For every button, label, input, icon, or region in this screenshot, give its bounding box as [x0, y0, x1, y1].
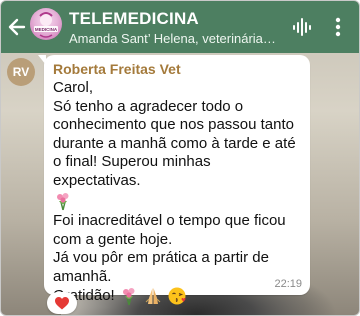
message-line: Já vou pôr em prática a partir de amanhã… — [53, 249, 269, 285]
group-avatar[interactable]: MEDICINA — [30, 8, 62, 40]
message-text: Carol, Só tenho a agradecer todo o conhe… — [53, 79, 302, 306]
sender-name[interactable]: Roberta Freitas Vet — [53, 61, 302, 78]
heart-icon — [47, 292, 77, 314]
folded-hands-emoji-icon — [143, 286, 163, 306]
sender-avatar[interactable]: RV — [7, 58, 35, 86]
chat-header: MEDICINA TELEMEDICINA Amanda Sant’ Helen… — [1, 1, 359, 53]
chat-window: MEDICINA TELEMEDICINA Amanda Sant’ Helen… — [0, 0, 360, 316]
message-line: Foi inacreditável o tempo que ficou com … — [53, 212, 286, 248]
bouquet-emoji-icon — [119, 286, 139, 306]
reaction-badge[interactable] — [47, 292, 77, 314]
message-timestamp: 22:19 — [274, 278, 302, 290]
voice-chat-icon[interactable] — [291, 17, 313, 37]
message-line: Carol, — [53, 79, 94, 96]
back-arrow-icon[interactable] — [6, 14, 28, 40]
group-avatar-text: MEDICINA — [35, 27, 58, 32]
message-bubble[interactable]: Roberta Freitas Vet Carol, Só tenho a ag… — [44, 55, 310, 306]
group-subtitle[interactable]: Amanda Sant’ Helena, veterinária de a… — [69, 31, 279, 46]
more-options-icon[interactable] — [331, 15, 345, 39]
group-title[interactable]: TELEMEDICINA — [69, 9, 199, 29]
message-last-line: Gratidão! — [53, 286, 302, 306]
message-line: Só tenho a agradecer todo o conhecimento… — [53, 97, 296, 189]
message-emoji-line — [53, 190, 302, 212]
kissing-face-emoji-icon — [167, 286, 187, 306]
bouquet-emoji-icon — [53, 191, 73, 211]
